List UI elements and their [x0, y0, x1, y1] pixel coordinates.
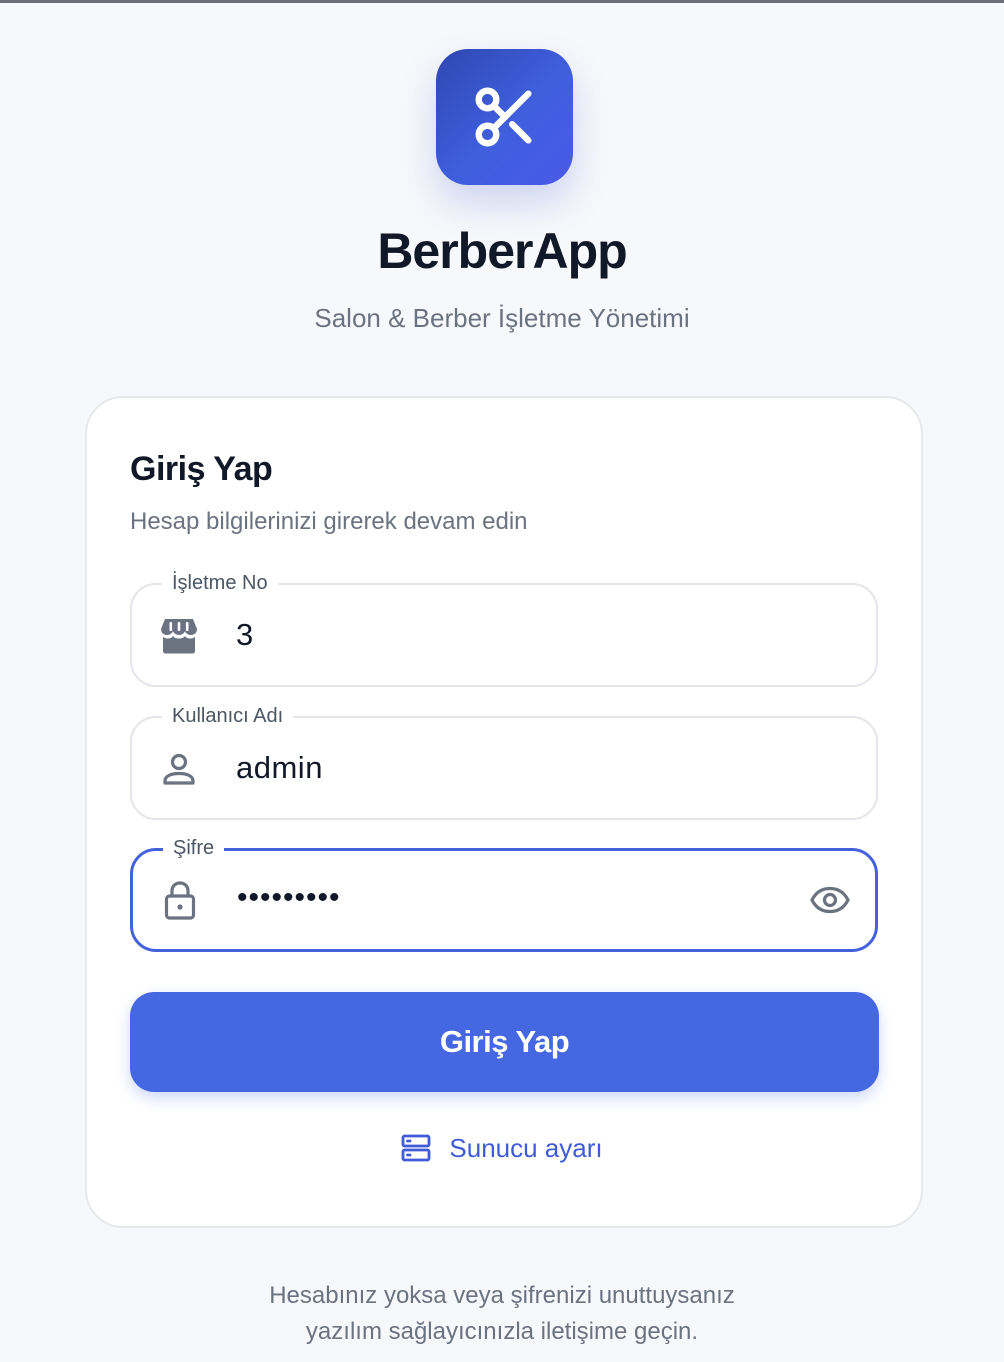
- top-border: [0, 0, 1004, 3]
- eye-icon[interactable]: [809, 879, 851, 921]
- app-title: BerberApp: [377, 223, 627, 279]
- footer-note: Hesabınız yoksa veya şifrenizi unuttuysa…: [0, 1278, 1004, 1350]
- app-subtitle: Salon & Berber İşletme Yönetimi: [314, 303, 690, 333]
- server-settings-link[interactable]: Sunucu ayarı: [0, 1126, 1004, 1170]
- password-label: Şifre: [163, 833, 225, 863]
- username-field[interactable]: Kullanıcı Adı admin: [130, 701, 878, 820]
- password-input[interactable]: •••••••••: [237, 848, 341, 948]
- login-description: Hesap bilgilerinizi girerek devam edin: [130, 508, 528, 535]
- user-icon: [158, 748, 200, 790]
- login-button[interactable]: Giriş Yap: [130, 992, 879, 1092]
- business-no-label: İşletme No: [162, 568, 278, 598]
- footer-note-line-2: yazılım sağlayıcınızla iletişime geçin.: [305, 1318, 699, 1345]
- footer-note-line-1: Hesabınız yoksa veya şifrenizi unuttuysa…: [269, 1282, 735, 1309]
- store-icon: [158, 615, 200, 657]
- business-no-field[interactable]: İşletme No 3: [130, 568, 878, 687]
- server-icon: [401, 1134, 431, 1162]
- login-title: Giriş Yap: [130, 450, 273, 488]
- password-field[interactable]: Şifre •••••••••: [130, 833, 878, 952]
- username-input[interactable]: admin: [236, 718, 323, 818]
- server-settings-label: Sunucu ayarı: [449, 1132, 603, 1163]
- lock-icon: [159, 879, 201, 921]
- scissors-icon: [475, 87, 532, 147]
- app-logo: [436, 49, 573, 185]
- business-no-input[interactable]: 3: [236, 585, 254, 685]
